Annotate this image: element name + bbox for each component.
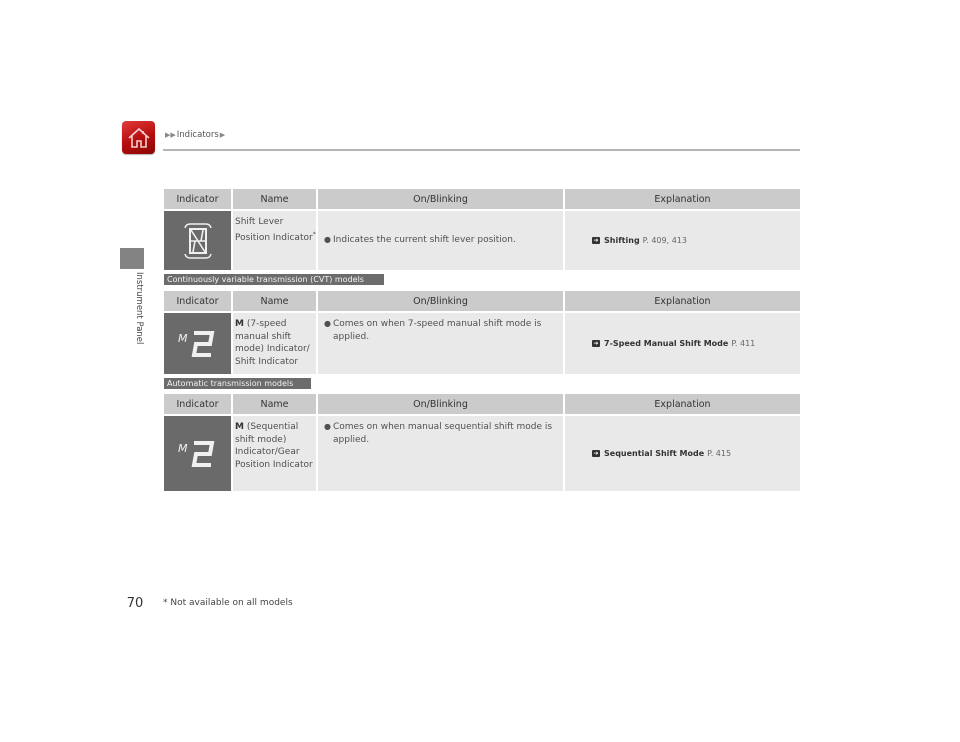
header-name: Name: [233, 189, 316, 209]
name-cell: M (7-speed manual shift mode) Indicator/…: [233, 313, 316, 374]
xref-page[interactable]: P. 415: [707, 449, 731, 458]
indicator-cell: [164, 211, 231, 270]
svg-text:M: M: [178, 332, 188, 345]
on-blinking-text: Comes on when 7-speed manual shift mode …: [333, 319, 542, 342]
bullet-icon: ●: [324, 422, 331, 431]
on-blinking-cell: ● Indicates the current shift lever posit…: [318, 211, 563, 270]
cross-reference-arrow-icon: ➜: [592, 450, 600, 457]
table-header-row: Indicator Name On/Blinking Explanation: [164, 394, 800, 414]
cross-reference-arrow-icon: ➜: [592, 237, 600, 244]
breadcrumb-arrows: ▶▶: [165, 131, 176, 139]
header-on-blinking: On/Blinking: [318, 394, 563, 414]
header-on-blinking: On/Blinking: [318, 189, 563, 209]
breadcrumb-current[interactable]: Indicators: [177, 130, 219, 140]
table-header-row: Indicator Name On/Blinking Explanation: [164, 189, 800, 209]
m2-shift-indicator-icon: M: [178, 330, 214, 357]
header-explanation: Explanation: [565, 291, 800, 311]
xref-title[interactable]: Shifting: [604, 236, 640, 245]
header-indicator: Indicator: [164, 189, 231, 209]
cross-reference-arrow-icon: ➜: [592, 340, 600, 347]
model-tag-automatic: Automatic transmission models: [164, 378, 311, 389]
page-number: 70: [126, 596, 144, 611]
header-name: Name: [233, 291, 316, 311]
footnote: * Not available on all models: [163, 598, 293, 608]
table-header-row: Indicator Name On/Blinking Explanation: [164, 291, 800, 311]
explanation-cell: ➜ 7-Speed Manual Shift Mode P. 411: [565, 313, 800, 374]
explanation-cell: ➜ Sequential Shift Mode P. 415: [565, 416, 800, 491]
indicator-cell: M: [164, 416, 231, 491]
indicator-name-letter: M: [235, 422, 244, 432]
m2-gear-position-icon: M: [178, 440, 214, 467]
shift-lever-position-icon: [183, 222, 212, 259]
breadcrumb-arrow: ▶: [219, 131, 226, 139]
bullet-icon: ●: [324, 319, 331, 328]
table-row: M M (7-speed manual shift mode) Indicato…: [164, 313, 800, 374]
svg-text:M: M: [178, 442, 188, 455]
name-cell: Shift Lever Position Indicator*: [233, 211, 316, 270]
section-tab-marker: [120, 248, 144, 269]
xref-page[interactable]: P. 409, 413: [643, 236, 687, 245]
header-indicator: Indicator: [164, 394, 231, 414]
indicator-name-letter: M: [235, 319, 244, 329]
header-divider: [163, 149, 800, 151]
header-explanation: Explanation: [565, 394, 800, 414]
on-blinking-text: Comes on when manual sequential shift mo…: [333, 422, 553, 445]
on-blinking-cell: ● Comes on when 7-speed manual shift mode…: [318, 313, 563, 374]
on-blinking-cell: ● Comes on when manual sequential shift m…: [318, 416, 563, 491]
header-name: Name: [233, 394, 316, 414]
table-row: M M (Sequential shift mode) Indicator/Ge…: [164, 416, 800, 491]
header-explanation: Explanation: [565, 189, 800, 209]
indicator-cell: M: [164, 313, 231, 374]
not-all-models-marker: *: [312, 230, 316, 238]
model-tag-cvt: Continuously variable transmission (CVT)…: [164, 274, 384, 285]
header-indicator: Indicator: [164, 291, 231, 311]
bullet-icon: ●: [324, 235, 331, 245]
indicator-table-2: Indicator Name On/Blinking Explanation M…: [164, 291, 800, 374]
home-icon: [127, 127, 150, 148]
on-blinking-text: Indicates the current shift lever positi…: [333, 235, 516, 246]
xref-page[interactable]: P. 411: [731, 339, 755, 348]
indicator-table-1: Indicator Name On/Blinking Explanation S…: [164, 189, 800, 270]
explanation-cell: ➜ Shifting P. 409, 413: [565, 211, 800, 270]
name-cell: M (Sequential shift mode) Indicator/Gear…: [233, 416, 316, 491]
table-row: Shift Lever Position Indicator* ● Indicat…: [164, 211, 800, 270]
header-on-blinking: On/Blinking: [318, 291, 563, 311]
indicator-name: Shift Lever Position Indicator: [235, 217, 313, 243]
xref-title[interactable]: Sequential Shift Mode: [604, 449, 704, 458]
section-label: Instrument Panel: [134, 272, 144, 345]
indicator-name: (7-speed manual shift mode) Indicator/ S…: [235, 319, 310, 367]
home-button[interactable]: [122, 121, 155, 154]
breadcrumb: ▶▶ Indicators ▶: [165, 130, 225, 140]
indicator-table-3: Indicator Name On/Blinking Explanation M…: [164, 394, 800, 491]
indicator-name: (Sequential shift mode) Indicator/Gear P…: [235, 422, 313, 470]
xref-title[interactable]: 7-Speed Manual Shift Mode: [604, 339, 728, 348]
